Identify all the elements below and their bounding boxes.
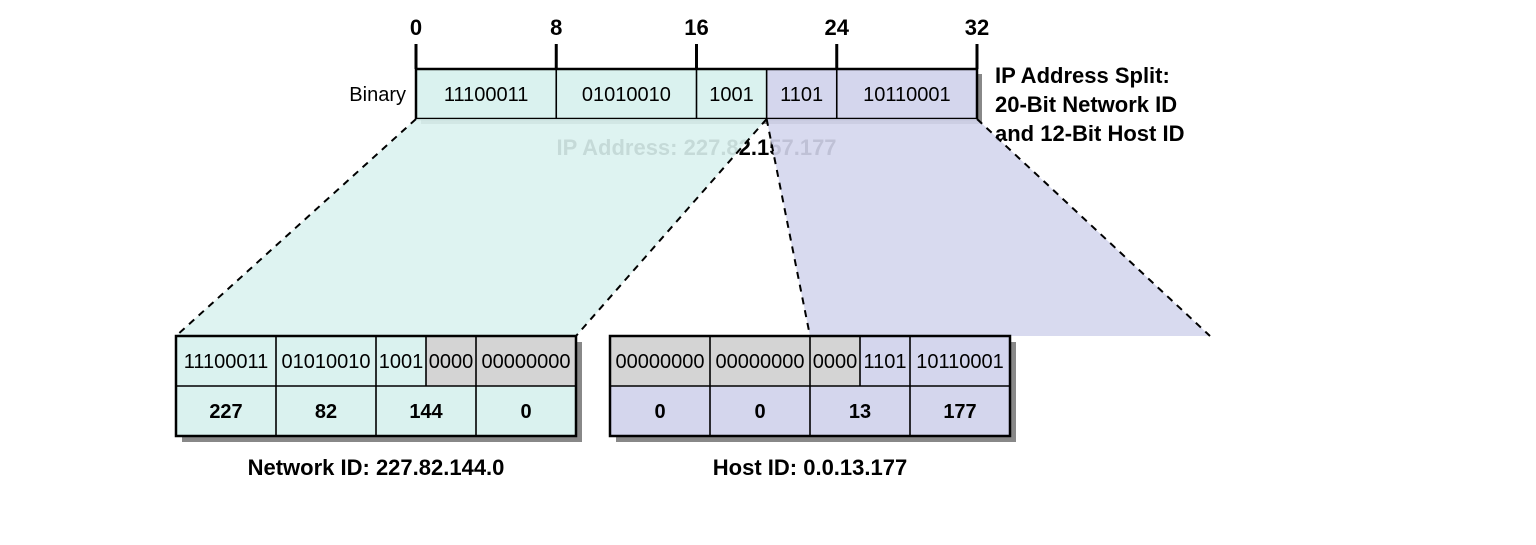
hostid-table: 00000000 00000000 0000 1101 10110001 0 0… [610,336,1016,442]
host-bin-c1: 0000 [813,351,858,373]
bit-ruler: 0 8 16 24 32 [410,15,989,69]
net-bin-c1: 1001 [379,351,424,373]
top-bin-c2: 1101 [780,84,823,106]
networkid-label: Network ID: 227.82.144.0 [248,455,505,480]
tick-8: 8 [550,15,562,40]
side-line2: 20-Bit Network ID [995,92,1177,117]
net-bin-d: 00000000 [482,351,571,373]
side-title: IP Address Split: 20-Bit Network ID and … [995,63,1184,146]
side-line3: and 12-Bit Host ID [995,121,1184,146]
networkid-table: 11100011 01010010 1001 0000 00000000 227… [176,336,582,442]
side-line1: IP Address Split: [995,63,1170,88]
top-bin-b: 01010010 [582,84,671,106]
tick-24: 24 [825,15,850,40]
net-dec-c: 144 [409,401,443,423]
host-dec-b: 0 [754,401,765,423]
host-bin-a: 00000000 [616,351,705,373]
top-bin-c1: 1001 [709,84,754,106]
host-funnel [767,119,1210,336]
host-bin-c2: 1101 [863,351,906,373]
net-bin-c2: 0000 [429,351,474,373]
tick-32: 32 [965,15,989,40]
tick-0: 0 [410,15,422,40]
hostid-label: Host ID: 0.0.13.177 [713,455,907,480]
net-bin-a: 11100011 [184,351,269,373]
top-bin-a: 11100011 [444,84,529,106]
net-funnel [176,119,767,336]
binary-label: Binary [349,84,406,106]
net-bin-b: 01010010 [282,351,371,373]
net-dec-b: 82 [315,401,337,423]
net-dec-d: 0 [520,401,531,423]
ip-split-diagram: 0 8 16 24 32 Binary 11100011 01010010 10… [0,0,1536,545]
tick-16: 16 [684,15,708,40]
top-bin-d: 10110001 [863,84,951,106]
host-bin-d: 10110001 [916,351,1004,373]
host-dec-d: 177 [943,401,976,423]
host-dec-a: 0 [654,401,665,423]
host-bin-b: 00000000 [716,351,805,373]
top-box: 0 8 16 24 32 Binary 11100011 01010010 10… [349,15,989,124]
host-dec-c: 13 [849,401,871,423]
net-dec-a: 227 [209,401,242,423]
